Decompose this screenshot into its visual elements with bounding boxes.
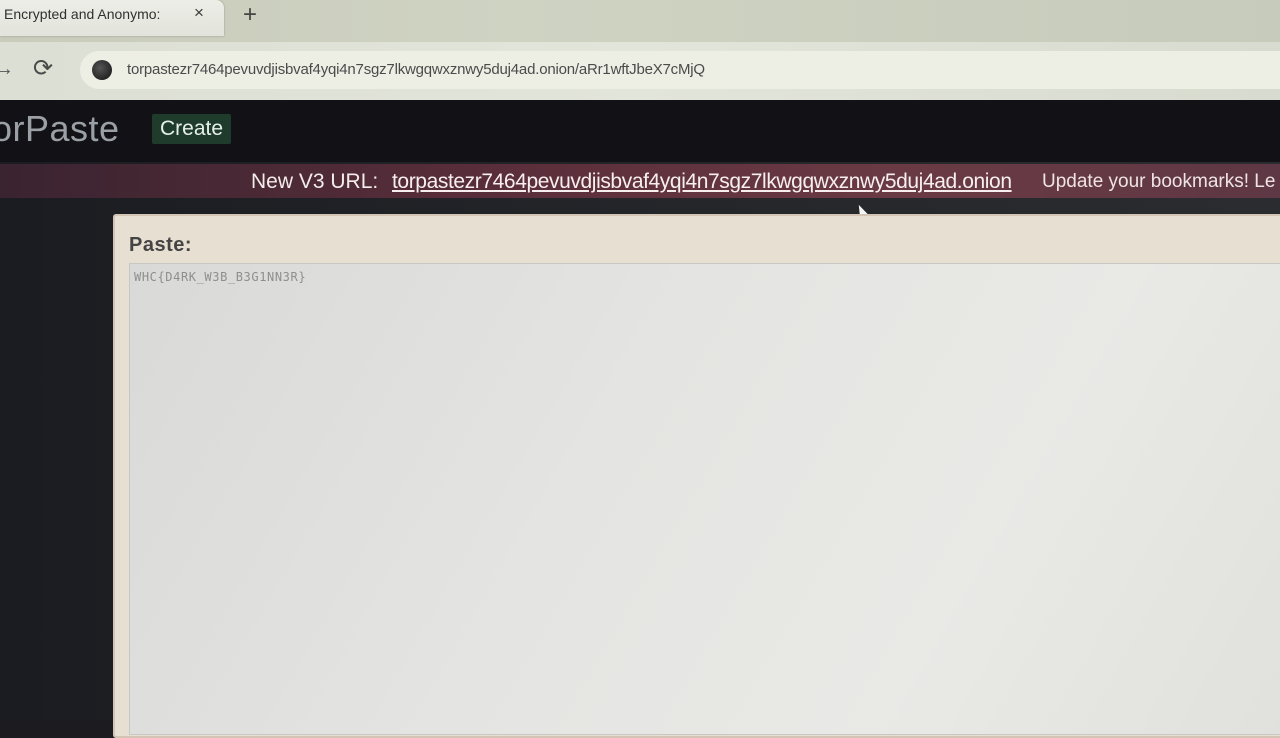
paste-panel: Paste: WHC{D4RK_W3B_B3G1NN3R} <box>113 214 1280 738</box>
browser-tabstrip: Encrypted and Anonymo: × + <box>0 0 1280 42</box>
v3-url-link[interactable]: torpastezr7464pevuvdjisbvaf4yqi4n7sgz7lk… <box>392 170 1012 194</box>
tab-title: Encrypted and Anonymo: <box>4 6 161 22</box>
notice-prefix: New V3 URL: <box>251 170 379 193</box>
page-body: orPaste Create New V3 URL: torpastezr746… <box>0 100 1280 738</box>
paste-textarea[interactable]: WHC{D4RK_W3B_B3G1NN3R} <box>129 263 1280 735</box>
paste-label: Paste: <box>129 234 193 256</box>
site-logo[interactable]: orPaste <box>0 108 120 150</box>
site-header: orPaste Create <box>0 100 1280 162</box>
create-button[interactable]: Create <box>152 114 232 144</box>
notice-suffix: Update your bookmarks! Le <box>1042 171 1276 192</box>
paste-content[interactable]: WHC{D4RK_W3B_B3G1NN3R} <box>134 270 306 284</box>
browser-tab[interactable]: Encrypted and Anonymo: × <box>0 0 224 36</box>
back-arrow-icon[interactable]: → <box>0 58 14 81</box>
site-security-icon[interactable] <box>92 60 112 80</box>
browser-toolbar: → ⟳ torpastezr7464pevuvdjisbvaf4yqi4n7sg… <box>0 42 1280 101</box>
tab-close-icon[interactable]: × <box>194 3 204 23</box>
new-tab-button[interactable]: + <box>243 1 257 29</box>
url-text[interactable]: torpastezr7464pevuvdjisbvaf4yqi4n7sgz7lk… <box>127 61 705 78</box>
address-bar[interactable]: torpastezr7464pevuvdjisbvaf4yqi4n7sgz7lk… <box>80 51 1280 89</box>
v3-url-notice: New V3 URL: torpastezr7464pevuvdjisbvaf4… <box>0 164 1280 198</box>
reload-icon[interactable]: ⟳ <box>33 54 53 83</box>
